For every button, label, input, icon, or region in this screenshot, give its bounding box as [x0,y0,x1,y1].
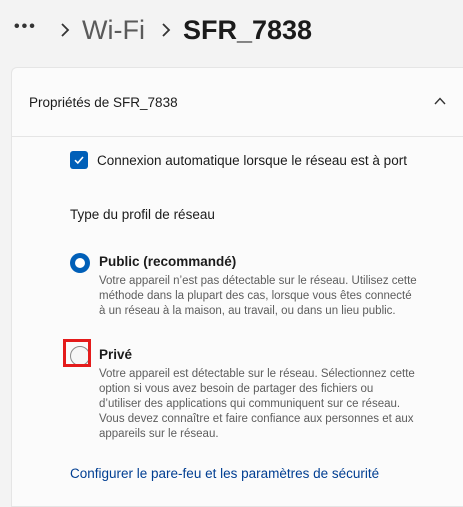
page-title: SFR_7838 [182,14,313,45]
auto-connect-label: Connexion automatique lorsque le réseau … [97,152,407,168]
profile-type-label: Type du profil de réseau [70,207,215,222]
radio-public-title: Public (recommandé) [99,254,237,269]
auto-connect-row[interactable]: Connexion automatique lorsque le réseau … [70,151,407,169]
radio-private-description: Votre appareil est détectable sur le rés… [99,368,415,440]
card-header[interactable]: Propriétés de SFR_7838 [12,68,463,137]
more-icon[interactable]: ••• [14,18,44,36]
radio-public-description: Votre appareil n’est pas détectable sur … [99,275,417,317]
highlight-box [63,339,91,367]
network-properties-card: Propriétés de SFR_7838 Connexion automat… [11,67,463,507]
radio-private-title: Privé [99,347,133,362]
chevron-up-icon[interactable] [433,94,447,108]
radio-option-private[interactable]: Privé Votre appareil est détectable sur … [63,339,415,441]
chevron-right-icon [54,18,76,42]
card-title: Propriétés de SFR_7838 [29,94,178,110]
radio-option-public[interactable]: Public (recommandé) Votre appareil n’est… [70,253,417,343]
auto-connect-checkbox[interactable] [70,151,88,169]
checkmark-icon [74,156,84,165]
radio-public[interactable] [70,253,90,273]
firewall-settings-link[interactable]: Configurer le pare-feu et les paramètres… [70,466,379,481]
breadcrumb-wifi[interactable]: Wi-Fi [82,15,145,46]
breadcrumb: ••• Wi-Fi SFR_7838 [14,12,312,48]
chevron-right-icon [155,18,177,42]
